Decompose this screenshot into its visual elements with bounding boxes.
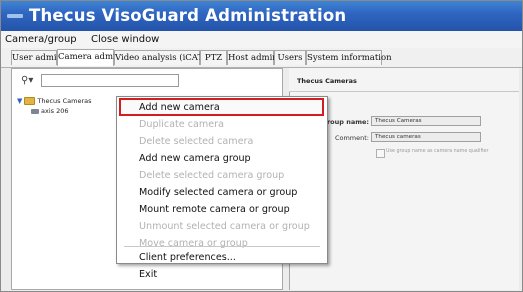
comment-field[interactable]: Thecus cameras: [371, 132, 481, 142]
expand-arrow-icon[interactable]: ▼: [17, 97, 22, 105]
tab-system-information[interactable]: System information: [306, 50, 392, 65]
tree-node-camera[interactable]: axis 206: [31, 107, 69, 115]
qualifier-checkbox-label: Use group name as camera name qualifier: [386, 149, 489, 154]
menu-camera-group[interactable]: Camera/group: [5, 32, 77, 47]
app-icon: [7, 14, 23, 18]
tree-node-root[interactable]: ▼ Thecus Cameras: [17, 97, 92, 105]
menu-item-add-new-camera[interactable]: Add new camera: [139, 102, 220, 114]
menu-item-unmount[interactable]: Unmount selected camera or group: [139, 221, 310, 233]
tab-video-analysis[interactable]: Video analysis (iCAT): [114, 50, 206, 65]
tab-ptz[interactable]: PTZ: [200, 50, 227, 65]
folder-icon: [24, 97, 36, 105]
menu-bar: Camera/group Close window: [1, 31, 522, 48]
app-window: Thecus VisoGuard Administration Camera/g…: [0, 0, 523, 292]
menu-item-client-preferences[interactable]: Client preferences...: [139, 252, 236, 264]
tab-camera-admin[interactable]: Camera admin: [57, 49, 121, 66]
tab-strip: User admin Camera admin Video analysis (…: [1, 48, 522, 68]
tab-users[interactable]: Users: [274, 50, 306, 65]
search-icon[interactable]: ⚲▾: [21, 75, 33, 86]
menu-item-modify-camera-or-group[interactable]: Modify selected camera or group: [139, 187, 297, 199]
menu-item-duplicate-camera[interactable]: Duplicate camera: [139, 119, 224, 131]
menu-item-delete-camera[interactable]: Delete selected camera: [139, 136, 253, 148]
details-title: Thecus Cameras: [297, 77, 357, 85]
menu-close-window[interactable]: Close window: [91, 32, 159, 47]
tab-user-admin[interactable]: User admin: [11, 50, 62, 65]
qualifier-checkbox[interactable]: [376, 149, 385, 158]
title-bar: Thecus VisoGuard Administration: [1, 1, 522, 31]
tree-child-label: axis 206: [41, 107, 69, 115]
menu-item-delete-camera-group[interactable]: Delete selected camera group: [139, 170, 284, 182]
menu-item-mount-remote[interactable]: Mount remote camera or group: [139, 204, 290, 216]
tree-root-label: Thecus Cameras: [37, 97, 92, 105]
menu-item-move-camera[interactable]: Move camera or group: [139, 238, 248, 250]
window-title: Thecus VisoGuard Administration: [29, 6, 347, 25]
menu-item-add-camera-group[interactable]: Add new camera group: [139, 153, 251, 165]
camera-icon: [31, 108, 39, 114]
menu-separator: [124, 246, 320, 247]
tab-host-admin[interactable]: Host admin: [227, 50, 278, 65]
group-name-field[interactable]: Thecus Cameras: [371, 116, 481, 126]
search-input[interactable]: [41, 74, 179, 87]
menu-item-exit[interactable]: Exit: [139, 269, 157, 281]
